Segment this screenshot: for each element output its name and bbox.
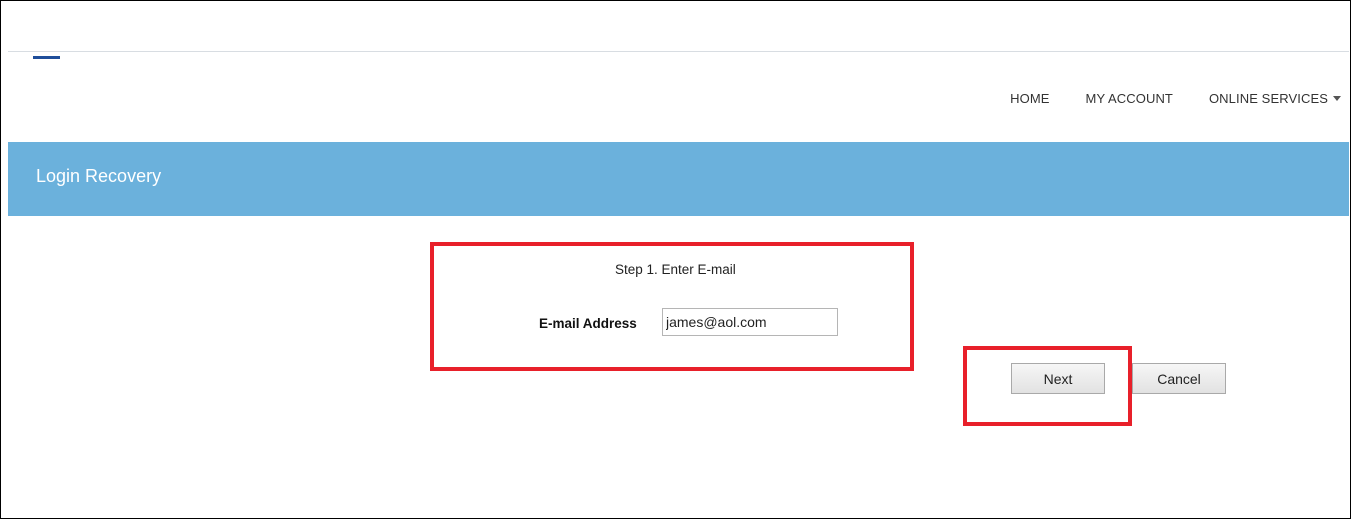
page-banner: Login Recovery xyxy=(8,142,1349,216)
main-nav: HOME MY ACCOUNT ONLINE SERVICES xyxy=(992,91,1341,106)
caret-down-icon xyxy=(1333,96,1341,101)
nav-online-services[interactable]: ONLINE SERVICES xyxy=(1191,91,1341,106)
nav-home[interactable]: HOME xyxy=(992,91,1067,106)
header-divider xyxy=(8,51,1349,52)
nav-my-account[interactable]: MY ACCOUNT xyxy=(1068,91,1191,106)
highlight-box-next xyxy=(963,346,1132,426)
logo-mark xyxy=(33,56,60,59)
highlight-box-form xyxy=(430,242,914,371)
cancel-button[interactable]: Cancel xyxy=(1132,363,1226,394)
page-title: Login Recovery xyxy=(36,166,162,186)
nav-online-services-label: ONLINE SERVICES xyxy=(1208,91,1328,106)
